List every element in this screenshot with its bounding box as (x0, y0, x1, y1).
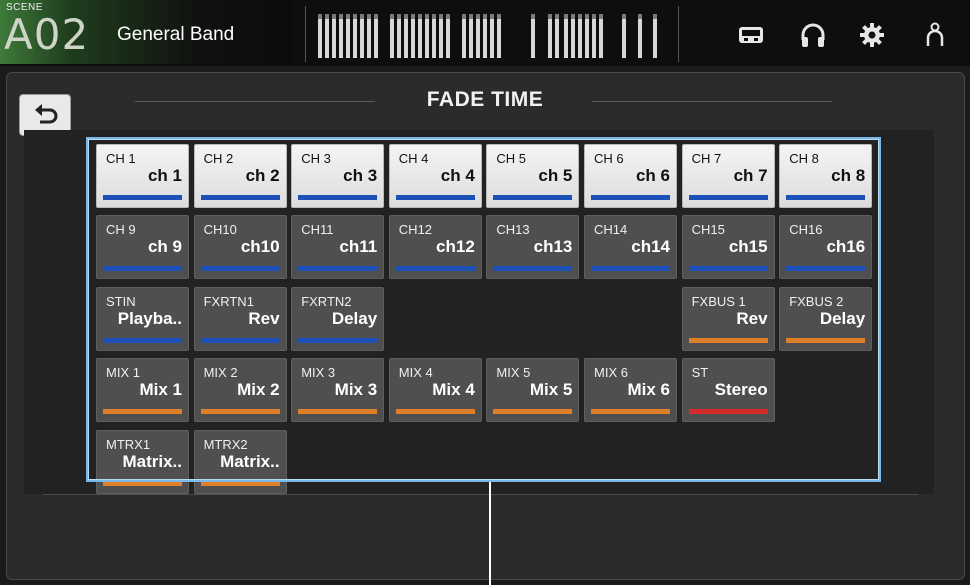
meter-segment (483, 14, 487, 58)
meter-segment (548, 14, 552, 58)
callout-line (489, 482, 491, 585)
meter-segment (411, 14, 415, 58)
meter-peak-segment (390, 14, 394, 19)
meter-segment (374, 14, 378, 58)
meter-peak-segment (353, 14, 357, 19)
meter-peak-segment (469, 14, 473, 19)
meter-segment (622, 14, 626, 58)
meter-segment (578, 14, 582, 58)
title-rule-left (135, 101, 375, 102)
fade-time-screen: SCENE A02 General Band FADE TIME CH 1 ch… (0, 0, 970, 585)
meter-peak-segment (374, 14, 378, 19)
title-rule-right (592, 101, 832, 102)
meter-peak-segment (578, 14, 582, 19)
meter-peak-segment (599, 14, 603, 19)
meter-peak-segment (571, 14, 575, 19)
meter-segment (432, 14, 436, 58)
divider (43, 494, 918, 495)
recorder-icon[interactable] (736, 20, 766, 50)
meter-peak-segment (462, 14, 466, 19)
meter-peak-segment (367, 14, 371, 19)
meter-segment (353, 14, 357, 58)
user-icon[interactable] (920, 20, 950, 50)
meter-segment (599, 14, 603, 58)
headphones-icon[interactable] (798, 20, 828, 50)
meter-peak-segment (346, 14, 350, 19)
meter-peak-segment (497, 14, 501, 19)
meter-segment (425, 14, 429, 58)
meter-peak-segment (446, 14, 450, 19)
page-title: FADE TIME (426, 88, 544, 111)
meter-segment (346, 14, 350, 58)
meter-segment (339, 14, 343, 58)
meter-bars (318, 14, 657, 58)
meter-segment (390, 14, 394, 58)
meter-peak-segment (653, 14, 657, 19)
meter-segment (564, 14, 568, 58)
meter-segment (653, 14, 657, 58)
top-bar: SCENE A02 General Band (0, 0, 970, 66)
meter-peak-segment (548, 14, 552, 19)
scene-number: A02 (4, 10, 90, 59)
meter-segment (531, 14, 535, 58)
meter-peak-segment (411, 14, 415, 19)
meter-peak-segment (432, 14, 436, 19)
gear-icon[interactable] (857, 20, 887, 50)
meter-peak-segment (404, 14, 408, 19)
meter-segment (318, 14, 322, 58)
meter-peak-segment (439, 14, 443, 19)
meter-segment (462, 14, 466, 58)
meter-peak-segment (360, 14, 364, 19)
meter-segment (404, 14, 408, 58)
meter-segment (367, 14, 371, 58)
meter-segment (446, 14, 450, 58)
meter-segment (555, 14, 559, 58)
meter-segment (490, 14, 494, 58)
meter-segment (418, 14, 422, 58)
meter-peak-segment (318, 14, 322, 19)
meter-peak-segment (418, 14, 422, 19)
scene-display[interactable]: SCENE A02 General Band (0, 0, 292, 64)
selection-highlight-frame (86, 137, 881, 482)
meter-peak-segment (483, 14, 487, 19)
meter-peak-segment (490, 14, 494, 19)
meter-segment (469, 14, 473, 58)
meter-segment (360, 14, 364, 58)
meter-peak-segment (325, 14, 329, 19)
meter-peak-segment (476, 14, 480, 19)
meter-peak-segment (332, 14, 336, 19)
meter-segment (497, 14, 501, 58)
level-meter (305, 6, 679, 62)
back-arrow-icon (35, 104, 58, 124)
meter-segment (585, 14, 589, 58)
meter-segment (325, 14, 329, 58)
meter-peak-segment (397, 14, 401, 19)
meter-segment (638, 14, 642, 58)
meter-peak-segment (425, 14, 429, 19)
meter-peak-segment (638, 14, 642, 19)
meter-peak-segment (555, 14, 559, 19)
meter-segment (397, 14, 401, 58)
meter-segment (439, 14, 443, 58)
meter-peak-segment (339, 14, 343, 19)
meter-peak-segment (622, 14, 626, 19)
meter-segment (571, 14, 575, 58)
meter-segment (476, 14, 480, 58)
meter-peak-segment (531, 14, 535, 19)
meter-segment (332, 14, 336, 58)
meter-segment (592, 14, 596, 58)
meter-peak-segment (585, 14, 589, 19)
meter-peak-segment (592, 14, 596, 19)
scene-name: General Band (117, 24, 235, 45)
meter-peak-segment (564, 14, 568, 19)
